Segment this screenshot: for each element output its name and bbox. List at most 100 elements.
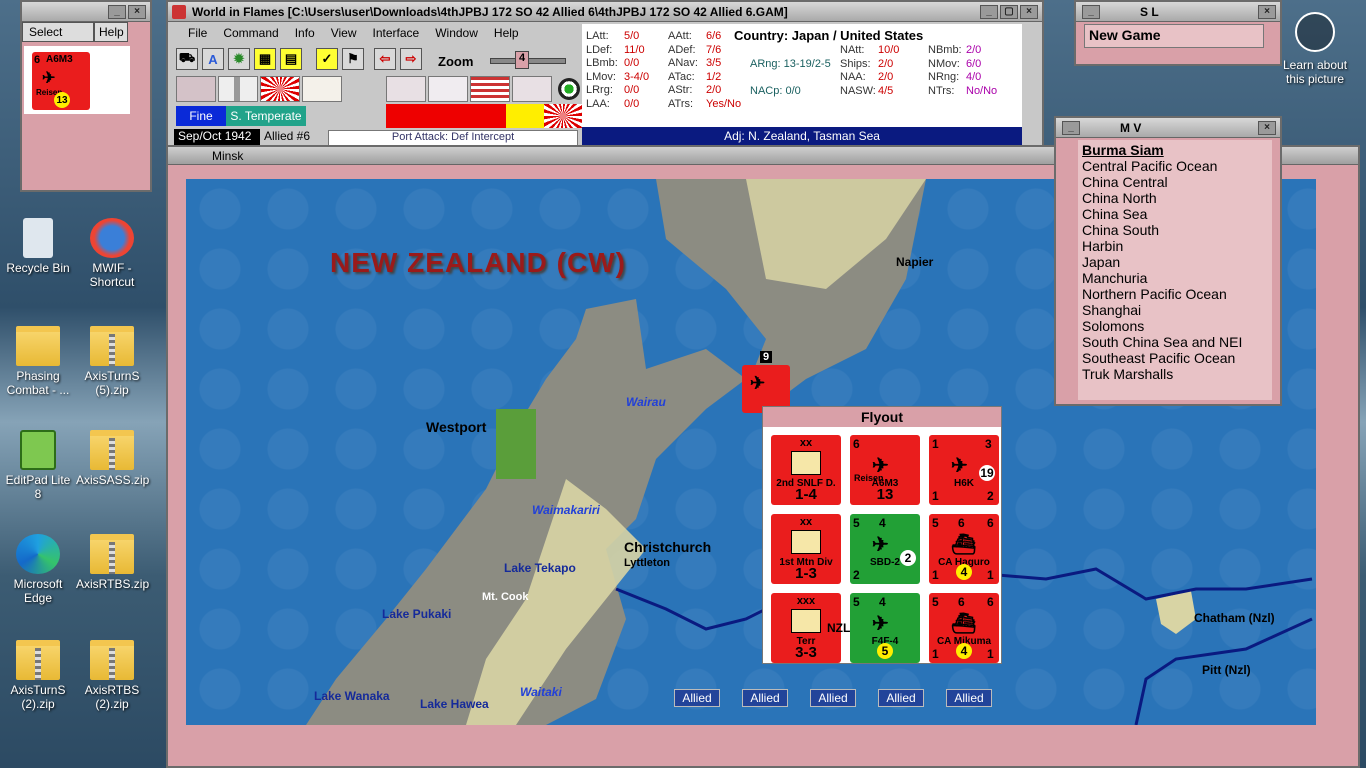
minimize-button[interactable]: _ xyxy=(108,4,126,19)
flag-tool-icon[interactable]: ⚑ xyxy=(342,48,364,70)
stat-row: ATrs: Yes/No xyxy=(668,98,741,112)
zoom-thumb[interactable]: 4 xyxy=(515,51,529,69)
learn-about-picture[interactable]: Learn about this picture xyxy=(1280,10,1350,86)
uk-flag[interactable] xyxy=(386,76,426,102)
stat-key: NMov: xyxy=(928,57,960,70)
flyout-unit-counter[interactable]: 2nd SNLF D. 1-4 xx xyxy=(771,435,841,505)
mv-list-item[interactable]: China North xyxy=(1082,190,1268,206)
desktop-icon-label: AxisRTBS.zip xyxy=(76,577,150,591)
france-flag[interactable] xyxy=(428,76,468,102)
desktop-icon-editpad[interactable]: EditPad Lite 8 xyxy=(2,430,74,501)
minimize-button[interactable]: _ xyxy=(1062,120,1080,135)
mv-list-item[interactable]: Northern Pacific Ocean xyxy=(1082,286,1268,302)
train-tool-icon[interactable]: ⛟ xyxy=(176,48,198,70)
desktop-icon-axisturns5[interactable]: AxisTurnS (5).zip xyxy=(76,326,148,397)
text-tool-icon[interactable]: A xyxy=(202,48,224,70)
maximize-button[interactable]: ▢ xyxy=(1000,4,1018,19)
mv-list-item[interactable]: Central Pacific Ocean xyxy=(1082,158,1268,174)
allied-button-5[interactable]: Allied xyxy=(946,689,992,707)
selected-unit-counter[interactable]: 6 A6M3 ✈ Reisen 13 xyxy=(32,52,90,110)
menu-interface[interactable]: Interface xyxy=(373,26,420,40)
desktop-icon-phasing[interactable]: Phasing Combat - ... xyxy=(2,326,74,397)
unit-value-br: 1 xyxy=(987,647,994,661)
grid-tool-icon[interactable]: ▦ xyxy=(254,48,276,70)
unit-value-bl: 1 xyxy=(932,647,939,661)
desktop-icon-recycle-bin[interactable]: Recycle Bin xyxy=(2,218,74,275)
usa-flag[interactable] xyxy=(470,76,510,102)
menu-help[interactable]: Help xyxy=(494,26,519,40)
unit-type-symbol-icon xyxy=(791,609,821,633)
flyout-unit-counter[interactable]: 1st Mtn Div 1-3 xx xyxy=(771,514,841,584)
desktop-icon-axisturns2[interactable]: AxisTurnS (2).zip xyxy=(2,640,74,711)
close-button[interactable]: × xyxy=(1258,120,1276,135)
stats-land: LAtt: 5/0 LDef: 11/0 LBmb: 0/0 LMov: 3-4/0 LRrg:… xyxy=(586,30,649,111)
arrow-left-icon[interactable]: ⇦ xyxy=(374,48,396,70)
stat-value: 0/0 xyxy=(624,57,640,69)
help-button[interactable]: Help xyxy=(94,22,128,42)
mv-list-item[interactable]: China South xyxy=(1082,222,1268,238)
finland-flag[interactable] xyxy=(218,76,258,102)
layer-tool-icon[interactable]: ▤ xyxy=(280,48,302,70)
menu-view[interactable]: View xyxy=(331,26,357,40)
unit-size: xxx xyxy=(796,595,816,607)
mv-list-item[interactable]: China Central xyxy=(1082,174,1268,190)
close-button[interactable]: × xyxy=(1020,4,1038,19)
mv-list-item[interactable]: Truk Marshalls xyxy=(1082,366,1268,382)
desktop-icon-mwif[interactable]: MWIF - Shortcut xyxy=(76,218,148,289)
menu-window[interactable]: Window xyxy=(435,26,478,40)
flyout-unit-counter[interactable]: H6K ✈ 1 3 1 2 19 xyxy=(929,435,999,505)
mv-list-item[interactable]: Solomons xyxy=(1082,318,1268,334)
menu-command[interactable]: Command xyxy=(223,26,278,40)
desktop-icon-axisrtbs[interactable]: AxisRTBS.zip xyxy=(76,534,150,591)
japan-navy-flag[interactable] xyxy=(260,76,300,102)
desktop-icon-edge[interactable]: Microsoft Edge xyxy=(2,534,74,605)
flyout-unit-counter[interactable]: SBD-2 ✈ 5 4 2 2 xyxy=(850,514,920,584)
adjacent-label: Adj: N. Zealand, Tasman Sea xyxy=(582,127,1022,145)
nacp-label: NACp: 0/0 xyxy=(750,85,801,97)
mv-list-item[interactable]: South China Sea and NEI xyxy=(1082,334,1268,350)
arrow-right-icon[interactable]: ⇨ xyxy=(400,48,422,70)
germany-flag[interactable] xyxy=(176,76,216,102)
check-tool-icon[interactable]: ✓ xyxy=(316,48,338,70)
new-game-item[interactable]: New Game xyxy=(1084,24,1264,48)
plane-icon: ✈ xyxy=(750,373,766,393)
desktop-icon-label: Microsoft Edge xyxy=(13,577,63,605)
allied-button-1[interactable]: Allied xyxy=(674,689,720,707)
place-chatham: Chatham (Nzl) xyxy=(1194,611,1275,625)
gear-tool-icon[interactable]: ✹ xyxy=(228,48,250,70)
flyout-unit-counter[interactable]: Terr 3-3 xxx NZL xyxy=(771,593,850,663)
stat-value: 6/6 xyxy=(706,30,722,42)
zoom-slider[interactable]: 4 xyxy=(490,51,566,69)
allied-button-2[interactable]: Allied xyxy=(742,689,788,707)
stat-value: 0/0 xyxy=(624,84,640,96)
minimize-button[interactable]: _ xyxy=(1082,4,1100,19)
flyout-unit-counter[interactable]: F4F-4 ✈ 5 4 5 xyxy=(850,593,920,663)
flyout-unit-counter[interactable]: CA Mikuma ⛴ 5 6 6 4 1 1 xyxy=(929,593,999,663)
mv-list-item[interactable]: Japan xyxy=(1082,254,1268,270)
zoom-label: Zoom xyxy=(438,54,474,69)
italy-flag[interactable] xyxy=(302,76,342,102)
mv-list-item[interactable]: Southeast Pacific Ocean xyxy=(1082,350,1268,366)
close-button[interactable]: × xyxy=(1258,4,1276,19)
stat-value: 5/0 xyxy=(624,30,640,42)
flyout-unit-counter[interactable]: A6M3 13 ✈ 6 Reisen xyxy=(850,435,920,505)
minimize-button[interactable]: _ xyxy=(980,4,998,19)
china-flag[interactable] xyxy=(512,76,552,102)
menu-file[interactable]: File xyxy=(188,26,207,40)
flyout-unit-counter[interactable]: CA Haguro ⛴ 5 6 6 4 1 1 xyxy=(929,514,999,584)
close-button[interactable]: × xyxy=(128,4,146,19)
allied-button-4[interactable]: Allied xyxy=(878,689,924,707)
mv-list-item[interactable]: Manchuria xyxy=(1082,270,1268,286)
desktop-icon-axisrtbs2[interactable]: AxisRTBS (2).zip xyxy=(76,640,148,711)
unit-value-tr: 6 xyxy=(987,595,994,609)
mv-list-item[interactable]: Burma Siam xyxy=(1082,142,1268,158)
allied-button-3[interactable]: Allied xyxy=(810,689,856,707)
mv-list-item[interactable]: Harbin xyxy=(1082,238,1268,254)
select-button[interactable]: Select xyxy=(22,22,94,42)
target-icon[interactable] xyxy=(558,78,580,100)
unit-name: A6M3 xyxy=(46,54,73,65)
menu-info[interactable]: Info xyxy=(295,26,315,40)
mv-list-item[interactable]: China Sea xyxy=(1082,206,1268,222)
desktop-icon-axissass[interactable]: AxisSASS.zip xyxy=(76,430,149,487)
mv-list-item[interactable]: Shanghai xyxy=(1082,302,1268,318)
